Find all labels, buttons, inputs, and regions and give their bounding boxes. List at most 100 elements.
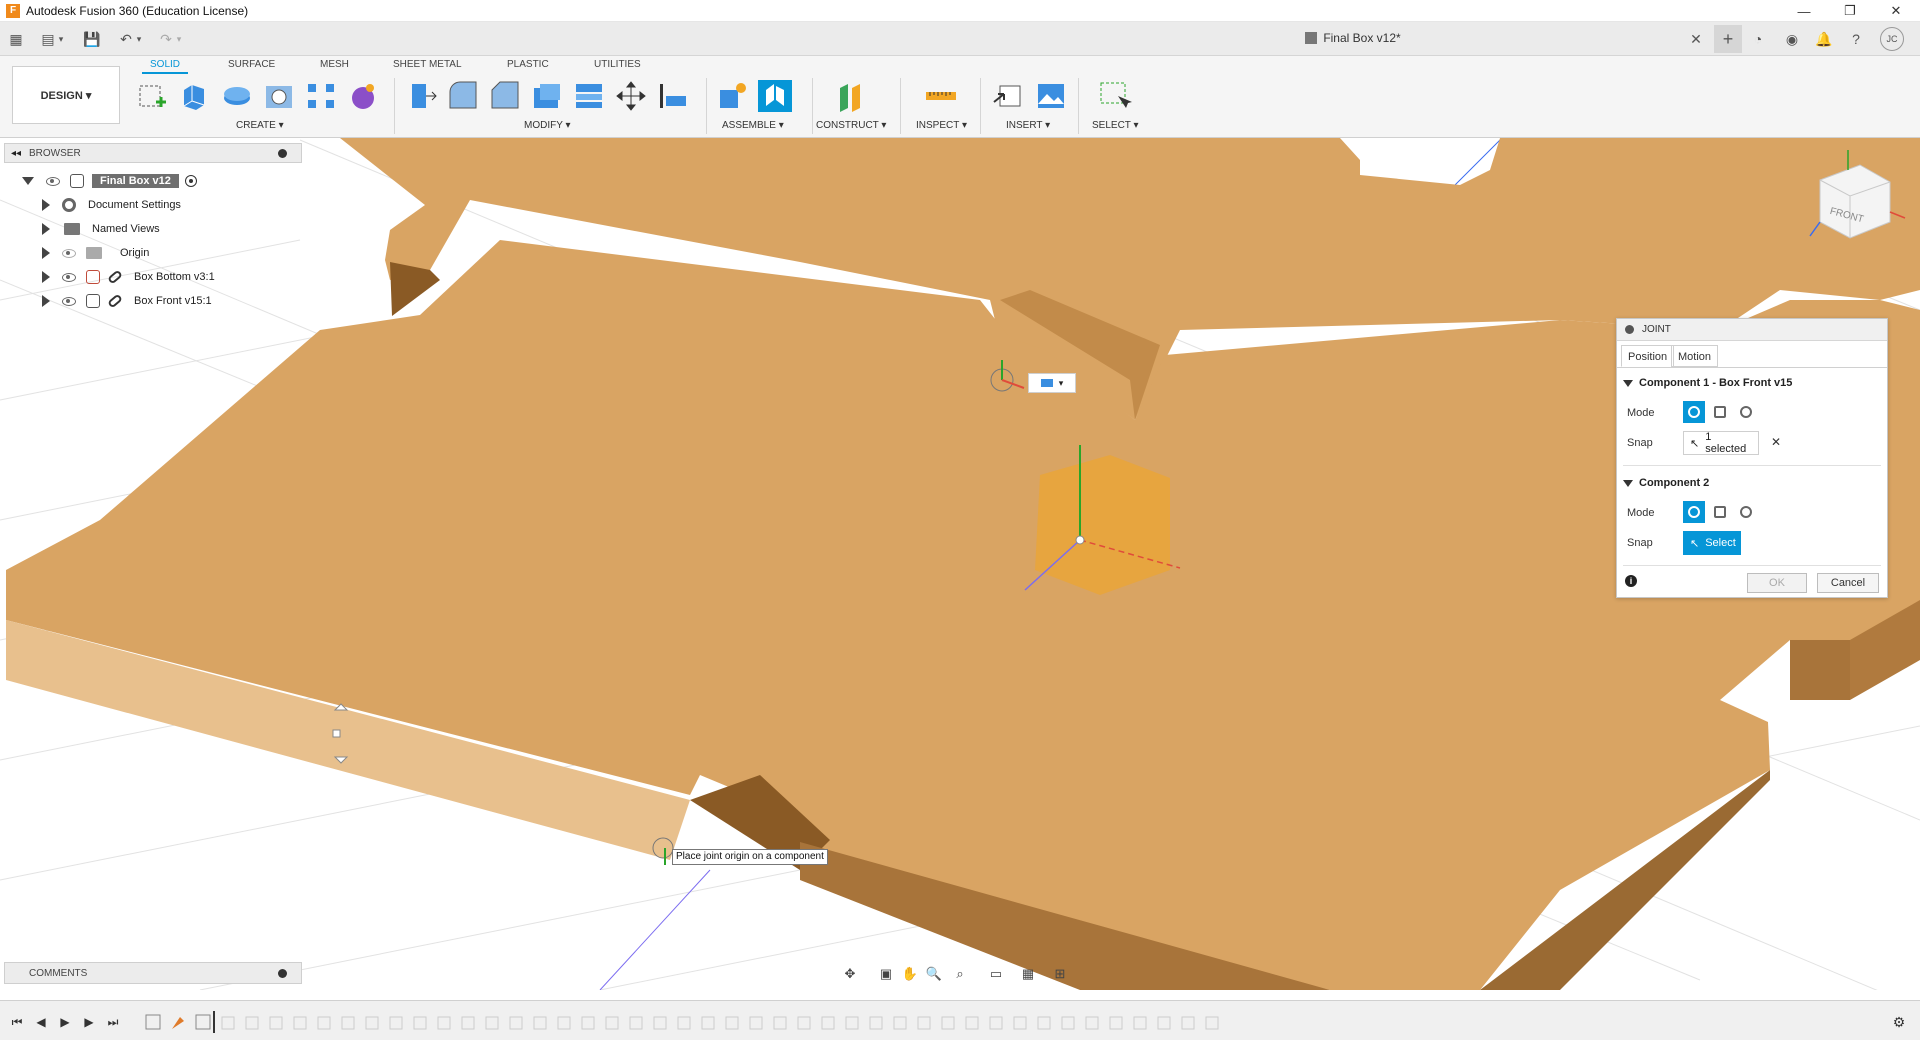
mode-between-button[interactable] (1709, 401, 1731, 423)
pan-icon[interactable]: ✋ (900, 964, 920, 984)
undo-icon[interactable]: ↶ (116, 29, 136, 49)
expand-icon[interactable] (42, 295, 50, 307)
create-form-icon[interactable] (346, 80, 380, 112)
chamfer-icon[interactable] (488, 80, 522, 112)
joint-icon[interactable] (758, 80, 792, 112)
new-component-icon[interactable] (716, 80, 750, 112)
undo-dropdown-icon[interactable]: ▾ (134, 29, 144, 49)
data-panel-grid-icon[interactable]: ▦ (6, 29, 26, 49)
visibility-eye-icon[interactable] (46, 176, 60, 186)
add-comment-icon[interactable] (278, 968, 287, 978)
user-avatar[interactable]: JC (1880, 27, 1904, 51)
move-copy-icon[interactable] (614, 80, 648, 112)
collapse-browser-icon[interactable]: ◂◂ (11, 148, 21, 159)
play-icon[interactable]: ▶ (56, 1013, 74, 1031)
tab-surface[interactable]: SURFACE (228, 59, 275, 70)
expand-icon[interactable] (42, 199, 50, 211)
help-icon[interactable]: ? (1846, 29, 1866, 49)
tab-mesh[interactable]: MESH (320, 59, 349, 70)
mode-two-edge-button[interactable] (1735, 401, 1757, 423)
new-tab-icon[interactable]: + (1714, 25, 1742, 53)
hole-icon[interactable] (262, 80, 296, 112)
create-menu[interactable]: CREATE ▾ (236, 120, 284, 131)
extrude-icon[interactable] (178, 80, 212, 112)
mode-simple-button[interactable] (1683, 401, 1705, 423)
notifications-icon[interactable]: 🔔 (1814, 29, 1834, 49)
component1-section[interactable]: Component 1 - Box Front v15 (1623, 377, 1792, 389)
insert-menu[interactable]: INSERT ▾ (1006, 120, 1050, 131)
dialog-collapse-icon[interactable] (1625, 325, 1634, 334)
orbit-icon[interactable]: ✥ (840, 964, 860, 984)
combine-icon[interactable] (572, 80, 606, 112)
joint-type-chip[interactable]: ▾ (1028, 373, 1076, 393)
tab-position[interactable]: Position (1621, 345, 1675, 367)
tab-motion[interactable]: Motion (1671, 345, 1719, 367)
select-menu[interactable]: SELECT ▾ (1092, 120, 1139, 131)
measure-icon[interactable] (924, 80, 958, 112)
timeline-features[interactable] (140, 1011, 1260, 1033)
section-collapse-icon[interactable] (1623, 379, 1633, 387)
browser-item-box-front[interactable]: Box Front v15:1 (42, 290, 212, 312)
fillet-icon[interactable] (446, 80, 480, 112)
redo-dropdown-icon[interactable]: ▾ (174, 29, 184, 49)
joint-dialog-header[interactable]: JOINT (1617, 319, 1887, 341)
clear-selection-icon[interactable]: ✕ (1771, 435, 1781, 449)
modify-menu[interactable]: MODIFY ▾ (524, 120, 571, 131)
browser-root-row[interactable]: Final Box v12 (22, 170, 197, 192)
visibility-eye-icon[interactable] (62, 272, 76, 282)
mode-two-edge-button[interactable] (1735, 501, 1757, 523)
canvas-image-icon[interactable] (1034, 80, 1068, 112)
info-icon[interactable]: i (1625, 575, 1637, 587)
close-tab-icon[interactable]: ✕ (1686, 29, 1706, 49)
close-window-icon[interactable]: ✕ (1876, 0, 1916, 22)
shell-icon[interactable] (530, 80, 564, 112)
component2-snap-selector[interactable]: ↖ Select (1683, 531, 1741, 555)
rectangular-pattern-icon[interactable] (304, 80, 338, 112)
tab-utilities[interactable]: UTILITIES (594, 59, 641, 70)
comments-panel[interactable]: COMMENTS (4, 962, 302, 984)
ok-button[interactable]: OK (1747, 573, 1807, 593)
zoom-icon[interactable]: 🔍 (924, 964, 944, 984)
go-to-end-icon[interactable]: ⏭ (104, 1013, 122, 1031)
tab-plastic[interactable]: PLASTIC (507, 59, 549, 70)
mode-simple-button[interactable] (1683, 501, 1705, 523)
tab-sheet-metal[interactable]: SHEET METAL (393, 59, 462, 70)
offset-plane-icon[interactable] (834, 80, 868, 112)
timeline-feature-sketch[interactable] (195, 1014, 211, 1030)
minimize-icon[interactable]: — (1784, 0, 1824, 22)
inspect-menu[interactable]: INSPECT ▾ (916, 120, 967, 131)
assemble-menu[interactable]: ASSEMBLE ▾ (722, 120, 784, 131)
viewports-icon[interactable]: ⊞ (1050, 964, 1070, 984)
fit-icon[interactable]: ⌕ (950, 964, 970, 984)
file-menu-icon[interactable]: ▤ (38, 29, 58, 49)
display-settings-icon[interactable]: ▭ (986, 964, 1006, 984)
create-sketch-icon[interactable] (136, 80, 170, 112)
step-forward-icon[interactable]: ▶ (80, 1013, 98, 1031)
browser-item-document-settings[interactable]: Document Settings (42, 194, 181, 216)
save-icon[interactable]: 💾 (82, 29, 102, 49)
workspace-switcher-button[interactable]: DESIGN ▾ (12, 66, 120, 124)
redo-icon[interactable]: ↷ (156, 29, 176, 49)
grid-snaps-icon[interactable]: ▦ (1018, 964, 1038, 984)
extensions-icon[interactable]: ◔ (1748, 29, 1768, 49)
activate-radio-icon[interactable] (184, 175, 197, 187)
expand-icon[interactable] (42, 247, 50, 259)
look-at-icon[interactable]: ▣ (876, 964, 896, 984)
mode-between-button[interactable] (1709, 501, 1731, 523)
timeline-feature-component[interactable] (145, 1014, 161, 1030)
browser-header[interactable]: ◂◂ BROWSER (4, 143, 302, 163)
window-select-icon[interactable] (1098, 80, 1132, 112)
tab-solid[interactable]: SOLID (141, 59, 189, 74)
browser-item-origin[interactable]: Origin (42, 242, 149, 264)
align-icon[interactable] (656, 80, 690, 112)
file-dropdown-icon[interactable]: ▾ (56, 29, 66, 49)
cancel-button[interactable]: Cancel (1817, 573, 1879, 593)
timeline-feature-joint[interactable] (172, 1017, 184, 1029)
visibility-eye-icon[interactable] (62, 248, 76, 258)
construct-menu[interactable]: CONSTRUCT ▾ (816, 120, 886, 131)
press-pull-icon[interactable] (404, 80, 438, 112)
expand-icon[interactable] (42, 223, 50, 235)
timeline-settings-gear-icon[interactable]: ⚙ (1890, 1013, 1908, 1031)
insert-derive-icon[interactable] (992, 80, 1026, 112)
section-collapse-icon[interactable] (1623, 479, 1633, 487)
